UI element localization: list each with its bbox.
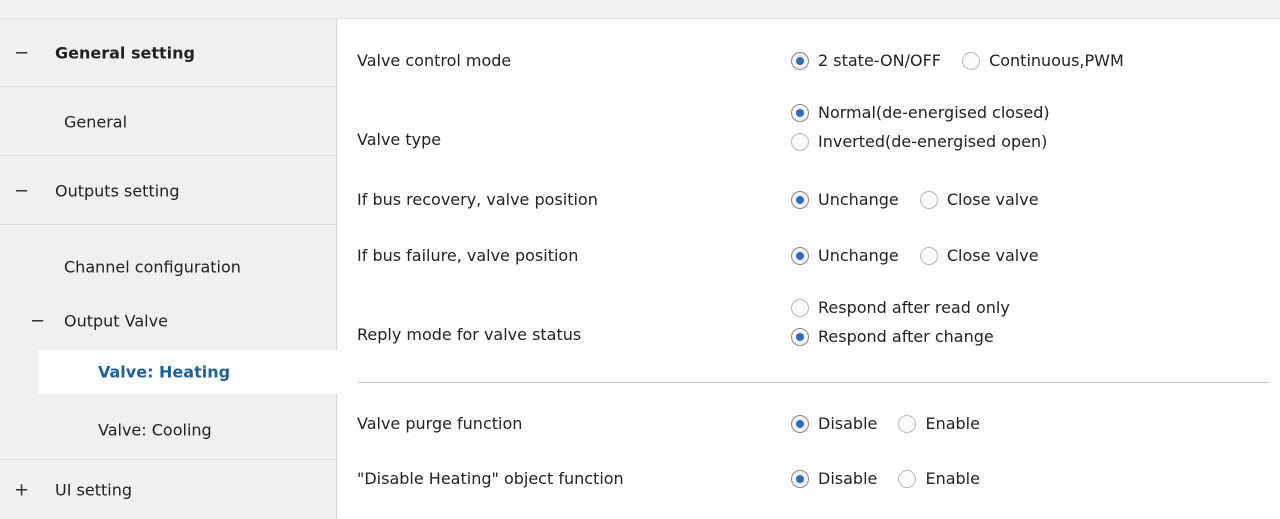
option-label: 2 state-ON/OFF — [818, 51, 941, 70]
radio-option[interactable]: Close valve — [919, 246, 1039, 265]
collapse-icon[interactable]: − — [14, 180, 29, 201]
option-label: Disable — [818, 469, 878, 488]
param-bus-failure: If bus failure, valve position Unchange … — [357, 246, 1277, 270]
sidebar-item-outputs-setting[interactable]: − Outputs setting — [0, 157, 336, 225]
sidebar-item-channel-configuration[interactable]: Channel configuration — [0, 241, 336, 293]
param-label: If bus failure, valve position — [357, 246, 579, 265]
option-label: Normal(de-energised closed) — [818, 103, 1050, 122]
radio-option[interactable]: Unchange — [791, 190, 899, 209]
sidebar-item-label: Channel configuration — [64, 257, 241, 277]
param-disable-heating-object: "Disable Heating" object function Disabl… — [357, 469, 1277, 493]
radio-option[interactable]: Respond after read only — [791, 298, 1010, 317]
sidebar: − General setting General − Outputs sett… — [0, 19, 337, 519]
radio-option[interactable]: 2 state-ON/OFF — [791, 51, 941, 70]
radio-checked-icon[interactable] — [791, 469, 809, 488]
radio-option[interactable]: Normal(de-energised closed) — [791, 103, 1050, 122]
sidebar-item-valve-heating[interactable]: Valve: Heating — [38, 350, 337, 394]
expand-icon[interactable]: + — [14, 480, 29, 501]
option-label: Inverted(de-energised open) — [818, 132, 1048, 151]
param-valve-control-mode: Valve control mode 2 state-ON/OFF Contin… — [357, 49, 1277, 73]
radio-option[interactable]: Enable — [898, 414, 980, 433]
radio-unchecked-icon[interactable] — [791, 298, 809, 317]
option-label: Respond after change — [818, 327, 994, 346]
sidebar-item-general[interactable]: General — [0, 88, 336, 156]
param-valve-type: Valve type Normal(de-energised closed) I… — [357, 103, 1277, 163]
section-divider — [357, 382, 1270, 383]
option-label: Enable — [925, 414, 980, 433]
option-label: Enable — [925, 469, 980, 488]
sidebar-item-label: General — [64, 112, 128, 131]
param-label: Valve type — [357, 130, 442, 149]
option-label: Disable — [818, 414, 878, 433]
option-label: Respond after read only — [818, 298, 1010, 317]
radio-option[interactable]: Respond after change — [791, 327, 1010, 346]
option-label: Continuous,PWM — [989, 51, 1124, 70]
radio-checked-icon[interactable] — [791, 190, 809, 209]
param-label: Reply mode for valve status — [357, 325, 582, 344]
sidebar-item-output-valve[interactable]: − Output Valve — [0, 295, 336, 347]
option-label: Unchange — [818, 246, 899, 265]
radio-option[interactable]: Disable — [791, 414, 877, 433]
option-label: Close valve — [946, 246, 1039, 265]
param-reply-mode: Reply mode for valve status Respond afte… — [357, 298, 1277, 358]
param-bus-recovery: If bus recovery, valve position Unchange… — [357, 190, 1277, 214]
param-label: Valve purge function — [357, 414, 523, 433]
param-valve-purge: Valve purge function Disable Enable — [357, 414, 1277, 438]
radio-checked-icon[interactable] — [791, 327, 809, 346]
sidebar-item-ui-setting[interactable]: + UI setting — [0, 461, 336, 519]
param-label: Valve control mode — [357, 51, 512, 70]
radio-option[interactable]: Enable — [898, 469, 980, 488]
radio-unchecked-icon[interactable] — [898, 469, 917, 488]
radio-checked-icon[interactable] — [791, 246, 809, 265]
sidebar-item-general-setting[interactable]: − General setting — [0, 19, 336, 87]
sidebar-item-valve-cooling[interactable]: Valve: Cooling — [0, 400, 336, 460]
sidebar-item-label: UI setting — [55, 480, 132, 500]
radio-unchecked-icon[interactable] — [791, 132, 809, 151]
sidebar-item-label: Output Valve — [64, 311, 168, 331]
radio-checked-icon[interactable] — [791, 103, 809, 122]
collapse-icon[interactable]: − — [14, 42, 29, 63]
radio-unchecked-icon[interactable] — [898, 414, 917, 433]
radio-option[interactable]: Continuous,PWM — [962, 51, 1124, 70]
option-label: Close valve — [946, 190, 1039, 209]
radio-unchecked-icon[interactable] — [962, 51, 981, 70]
top-strip — [0, 0, 1280, 19]
radio-unchecked-icon[interactable] — [919, 246, 938, 265]
radio-option[interactable]: Close valve — [919, 190, 1039, 209]
sidebar-item-label: Valve: Heating — [98, 362, 231, 382]
sidebar-item-label: Valve: Cooling — [98, 420, 212, 439]
radio-unchecked-icon[interactable] — [919, 190, 938, 209]
param-label: If bus recovery, valve position — [357, 190, 598, 209]
radio-option[interactable]: Disable — [791, 469, 877, 488]
sidebar-item-label: Outputs setting — [55, 181, 180, 200]
sidebar-item-label: General setting — [55, 43, 195, 62]
param-label: "Disable Heating" object function — [357, 469, 624, 488]
radio-checked-icon[interactable] — [791, 51, 809, 70]
settings-panel: Valve control mode 2 state-ON/OFF Contin… — [337, 19, 1280, 519]
option-label: Unchange — [818, 190, 899, 209]
radio-option[interactable]: Unchange — [791, 246, 899, 265]
collapse-icon[interactable]: − — [30, 311, 45, 332]
radio-option[interactable]: Inverted(de-energised open) — [791, 132, 1050, 151]
radio-checked-icon[interactable] — [791, 414, 809, 433]
